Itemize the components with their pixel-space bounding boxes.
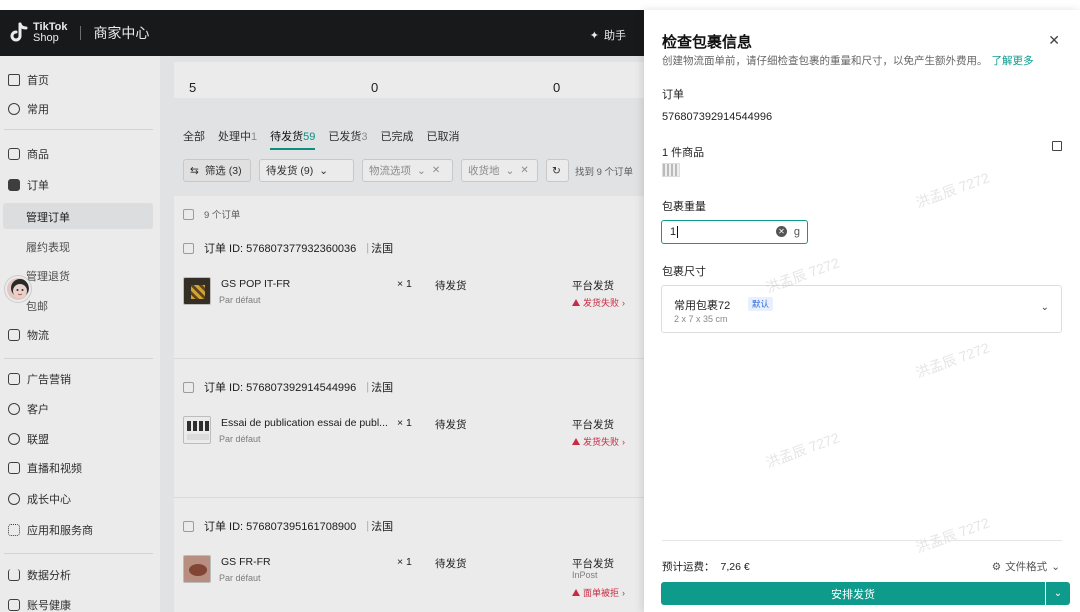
shipment-options-dropdown[interactable]: ⌄ <box>1046 582 1070 605</box>
watermark: 洪孟辰 7272 <box>913 339 992 381</box>
watermark: 洪孟辰 7272 <box>763 429 842 471</box>
description-text: 创建物流面单前，请仔细检查包裹的重量和尺寸，以免产生额外费用。 <box>662 55 988 67</box>
watermark: 洪孟辰 7272 <box>913 169 992 211</box>
weight-unit: g <box>793 226 800 238</box>
settings-icon: ⚙ <box>991 560 1002 573</box>
product-mini-thumbnail[interactable] <box>662 163 680 177</box>
order-id-value: 576807392914544996 <box>662 111 773 123</box>
check-package-drawer: 检查包裹信息 ✕ 创建物流面单前，请仔细检查包裹的重量和尺寸，以免产生额外费用。… <box>644 10 1080 612</box>
window-top-strip <box>0 0 1080 10</box>
fee-label: 预计运费： <box>662 561 715 573</box>
learn-more-link[interactable]: 了解更多 <box>992 55 1034 67</box>
weight-input[interactable]: 1 ✕ g <box>661 220 808 244</box>
drawer-title: 检查包裹信息 <box>662 34 753 51</box>
chevron-down-icon: ⌄ <box>1040 302 1049 313</box>
dimensions-label: 包裹尺寸 <box>662 266 706 278</box>
items-label: 1 件商品 <box>662 147 705 159</box>
file-format-select[interactable]: ⚙ 文件格式 ⌄ <box>992 559 1060 574</box>
weight-label: 包裹重量 <box>662 201 706 213</box>
package-name: 常用包裹72 <box>674 300 731 312</box>
default-badge: 默认 <box>748 297 774 311</box>
estimated-fee: 预计运费： 7,26 € <box>662 559 750 574</box>
weight-input-value: 1 <box>670 226 677 238</box>
file-format-label: 文件格式 <box>1005 561 1048 573</box>
package-size-select[interactable]: 常用包裹72 默认 2 x 7 x 35 cm ⌄ <box>661 285 1062 333</box>
arrange-shipment-button[interactable]: 安排发货 <box>661 582 1045 605</box>
modal-overlay[interactable] <box>0 10 644 612</box>
package-dimensions: 2 x 7 x 35 cm <box>674 314 728 324</box>
chevron-down-icon: ⌄ <box>1051 560 1060 573</box>
drawer-description: 创建物流面单前，请仔细检查包裹的重量和尺寸，以免产生额外费用。 了解更多 <box>662 53 1034 68</box>
close-icon[interactable]: ✕ <box>1048 32 1060 49</box>
watermark: 洪孟辰 7272 <box>913 514 992 556</box>
fee-value: 7,26 € <box>720 561 750 573</box>
order-label: 订单 <box>662 89 684 101</box>
footer-divider <box>662 540 1062 541</box>
chevron-down-icon: ⌄ <box>1053 588 1063 599</box>
clear-input-icon[interactable]: ✕ <box>776 226 787 237</box>
text-cursor <box>677 226 679 238</box>
edit-icon[interactable] <box>1052 141 1062 151</box>
